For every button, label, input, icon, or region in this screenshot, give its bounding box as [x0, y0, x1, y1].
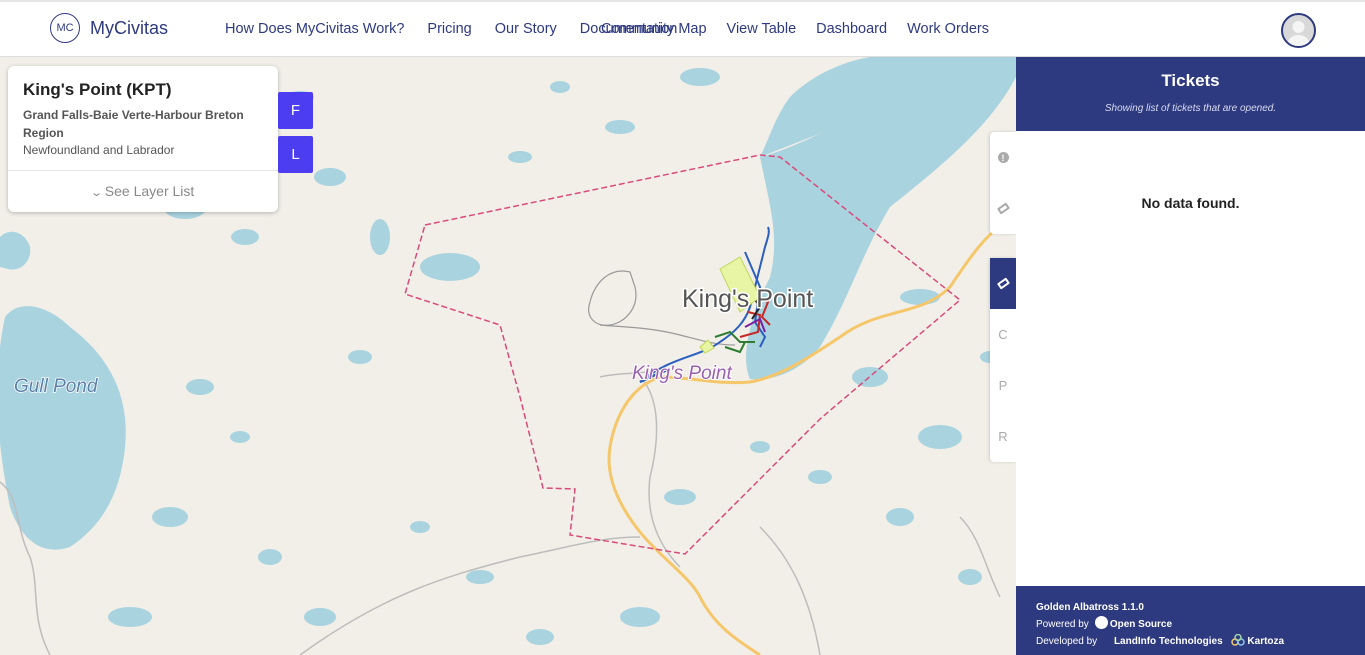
nav-right: Community Map View Table Dashboard Work …: [601, 21, 989, 37]
nav-community-map[interactable]: Community Map: [601, 21, 707, 37]
ticket-icon: [996, 277, 1010, 290]
brand-name: MyCivitas: [90, 17, 169, 38]
community-region: Grand Falls-Baie Verte-Harbour Breton Re…: [23, 108, 244, 140]
nav-our-story[interactable]: Our Story: [495, 21, 557, 37]
app-version: Golden Albatross 1.1.0: [1036, 602, 1144, 613]
kartoza-link[interactable]: Kartoza: [1247, 636, 1284, 647]
tool-tag[interactable]: [990, 183, 1016, 234]
map-label-lake: Gull Pond: [14, 376, 99, 397]
see-layer-list-link[interactable]: ⌄ See Layer List: [8, 183, 278, 199]
nav-how-it-works[interactable]: How Does MyCivitas Work?: [225, 21, 404, 37]
github-icon: [1094, 616, 1108, 629]
tool-group-top: !: [990, 132, 1016, 234]
info-circle-icon: !: [997, 152, 1009, 163]
tickets-title: Tickets: [1161, 71, 1220, 90]
tool-tickets[interactable]: [990, 258, 1016, 309]
map-label-place-large: King's Point: [682, 285, 813, 313]
top-navbar: MC MyCivitas How Does MyCivitas Work? Pr…: [0, 0, 1365, 57]
brand-logo: MC: [50, 13, 80, 43]
chevron-down-icon: ⌄: [89, 187, 103, 199]
tickets-panel: Tickets Showing list of tickets that are…: [1016, 57, 1365, 655]
community-info-card: King's Point (KPT) Grand Falls-Baie Vert…: [8, 66, 278, 212]
nav-work-orders[interactable]: Work Orders: [907, 21, 989, 37]
open-source-link[interactable]: Open Source: [1110, 619, 1172, 630]
see-layer-list-label: See Layer List: [104, 183, 195, 199]
tool-info[interactable]: !: [990, 132, 1016, 183]
app-footer: Golden Albatross 1.1.0 Powered by Open So…: [1016, 586, 1365, 655]
tool-c[interactable]: C: [990, 309, 1016, 360]
nav-pricing[interactable]: Pricing: [427, 21, 471, 37]
nav-dashboard[interactable]: Dashboard: [816, 21, 887, 37]
developed-by-label: Developed by: [1036, 636, 1098, 647]
user-avatar[interactable]: [1281, 13, 1316, 48]
powered-by-label: Powered by: [1036, 619, 1089, 630]
tickets-empty-message: No data found.: [1141, 195, 1240, 211]
developed-by-row: Developed by LandInfo Technologies Karto…: [1036, 633, 1345, 650]
community-province: Newfoundland and Labrador: [23, 143, 175, 157]
card-divider: [8, 170, 278, 171]
tool-group-bottom: C P R: [990, 258, 1016, 462]
community-title: King's Point (KPT): [23, 80, 172, 99]
nav-view-table[interactable]: View Table: [727, 21, 797, 37]
map-label-place-small: King's Point: [632, 363, 732, 384]
user-silhouette-icon: [1287, 21, 1310, 46]
tag-icon: [996, 202, 1010, 215]
tickets-header: Tickets Showing list of tickets that are…: [1016, 57, 1365, 131]
tickets-subtitle: Showing list of tickets that are opened.: [1104, 103, 1277, 114]
landinfo-link[interactable]: LandInfo Technologies: [1114, 636, 1223, 647]
f-button[interactable]: F: [278, 92, 313, 129]
tool-r[interactable]: R: [990, 411, 1016, 462]
kartoza-logo-icon: [1231, 634, 1246, 646]
brand-link[interactable]: MC MyCivitas: [50, 13, 168, 43]
tool-p[interactable]: P: [990, 360, 1016, 411]
powered-by-row: Powered by Open Source: [1036, 616, 1345, 633]
l-button[interactable]: L: [278, 136, 313, 173]
